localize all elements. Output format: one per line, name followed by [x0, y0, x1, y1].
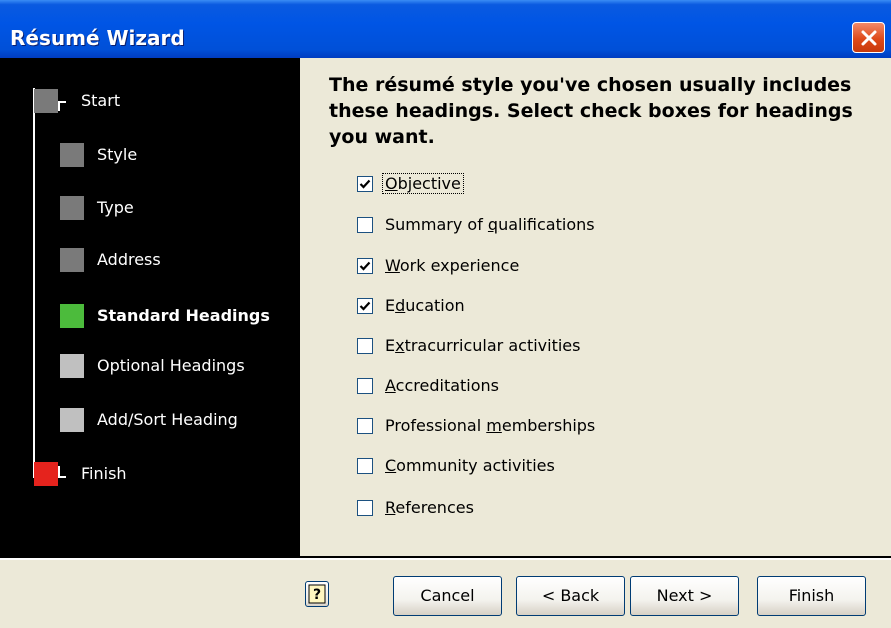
window-title: Résumé Wizard: [10, 26, 185, 50]
steps-connector-line: [33, 88, 35, 478]
heading-checkbox-label[interactable]: Objective: [382, 173, 464, 194]
heading-checkbox-label[interactable]: Summary of qualifications: [383, 215, 597, 234]
step-label: Address: [97, 250, 161, 269]
close-icon: [861, 30, 877, 46]
heading-checkbox[interactable]: [357, 378, 373, 394]
finish-button-label: Finish: [788, 586, 835, 605]
heading-checkbox-label[interactable]: Professional memberships: [383, 416, 597, 435]
heading-checkbox-label[interactable]: References: [383, 498, 476, 517]
help-icon: ?: [308, 584, 326, 604]
heading-checkbox[interactable]: [357, 500, 373, 516]
back-button[interactable]: < Back: [516, 576, 625, 616]
instructions-text: The résumé style you've chosen usually i…: [329, 74, 853, 148]
svg-text:?: ?: [313, 587, 321, 603]
heading-checkbox[interactable]: [357, 176, 373, 192]
help-button[interactable]: ?: [305, 581, 329, 607]
step-connector-tick: [58, 476, 66, 478]
finish-button[interactable]: Finish: [757, 576, 866, 616]
step-label: Standard Headings: [97, 306, 270, 325]
heading-checkbox[interactable]: [357, 298, 373, 314]
back-button-label: < Back: [541, 586, 600, 605]
heading-checkbox-label[interactable]: Community activities: [383, 456, 557, 475]
step-connector-tick: [58, 101, 66, 103]
resume-wizard-window: Résumé Wizard Start Style Type Address Stand…: [0, 0, 891, 628]
step-label: Optional Headings: [97, 356, 245, 375]
step-marker-style: [60, 143, 84, 167]
heading-checkbox[interactable]: [357, 258, 373, 274]
wizard-steps-panel: Start Style Type Address Standard Headings Op…: [0, 58, 300, 558]
step-marker-optional-headings: [60, 354, 84, 378]
step-connector-tick: [58, 466, 60, 476]
wizard-content: The résumé style you've chosen usually i…: [300, 58, 891, 558]
title-bar[interactable]: Résumé Wizard: [0, 0, 891, 58]
footer-separator: [0, 558, 891, 560]
step-label: Start: [81, 91, 121, 110]
checkmark-icon: [359, 261, 371, 271]
close-button[interactable]: [852, 22, 885, 53]
next-button-label: Next >: [656, 586, 713, 605]
heading-checkbox[interactable]: [357, 338, 373, 354]
step-label: Finish: [81, 464, 127, 483]
step-marker-address: [60, 248, 84, 272]
step-label: Style: [97, 145, 138, 164]
step-label: Type: [97, 198, 134, 217]
step-marker-start: [34, 89, 58, 113]
cancel-button[interactable]: Cancel: [393, 576, 502, 616]
next-button[interactable]: Next >: [630, 576, 739, 616]
step-marker-add-sort-heading: [60, 408, 84, 432]
step-marker-type: [60, 196, 84, 220]
step-marker-finish: [34, 462, 58, 486]
checkmark-icon: [359, 179, 371, 189]
checkmark-icon: [359, 301, 371, 311]
heading-checkbox[interactable]: [357, 418, 373, 434]
heading-checkbox[interactable]: [357, 217, 373, 233]
heading-checkbox-label[interactable]: Extracurricular activities: [383, 336, 582, 355]
step-label: Add/Sort Heading: [97, 410, 238, 429]
heading-checkbox-label[interactable]: Education: [383, 296, 467, 315]
step-marker-standard-headings: [60, 304, 84, 328]
heading-checkbox-label[interactable]: Work experience: [383, 256, 521, 275]
heading-checkbox[interactable]: [357, 458, 373, 474]
heading-checkbox-label[interactable]: Accreditations: [383, 376, 501, 395]
